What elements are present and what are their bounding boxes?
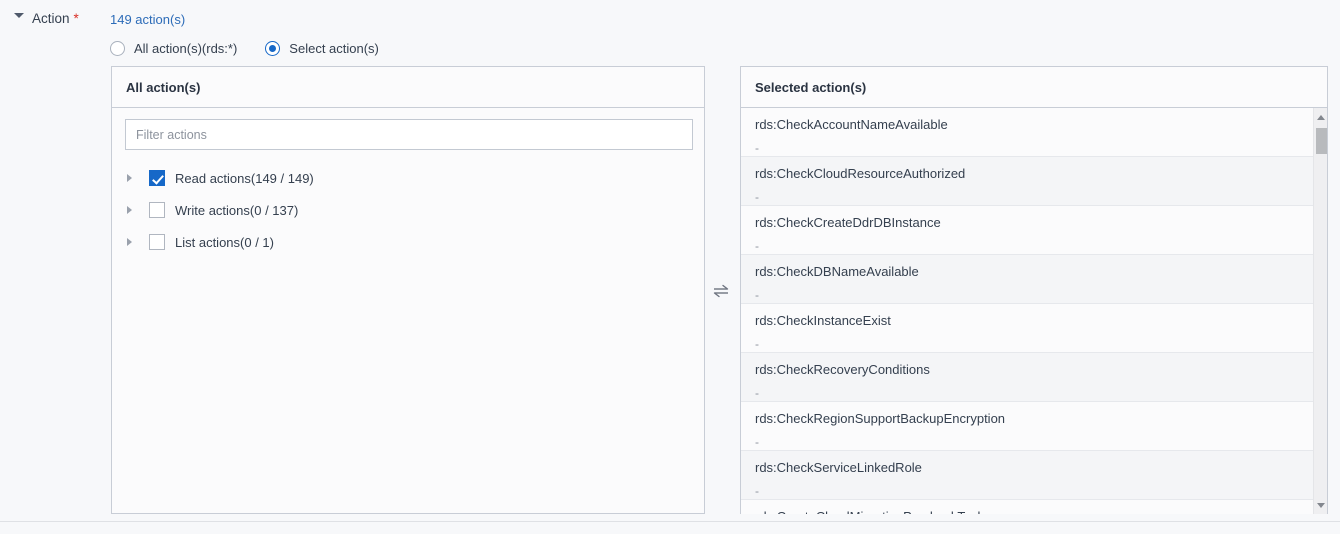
list-item[interactable]: rds:CheckServiceLinkedRole - [741,451,1327,500]
all-actions-panel-body: Read actions(149 / 149) Write actions(0 … [112,108,704,258]
caret-right-icon[interactable] [127,238,141,246]
action-name: rds:CheckAccountNameAvailable [755,117,948,132]
action-name: rds:CheckCreateDdrDBInstance [755,215,941,230]
list-item[interactable]: rds:CheckCreateDdrDBInstance - [741,206,1327,255]
checkbox-read-actions[interactable] [149,170,165,186]
list-item[interactable]: rds:CheckAccountNameAvailable - [741,108,1327,157]
required-marker: * [73,11,79,26]
action-count-link[interactable]: 149 action(s) [110,12,185,27]
tree-label-list-actions: List actions(0 / 1) [175,234,274,250]
selected-actions-panel: Selected action(s) rds:CheckAccountNameA… [740,66,1328,514]
action-name: rds:CheckInstanceExist [755,313,891,328]
tree-label-read-actions: Read actions(149 / 149) [175,170,314,186]
all-actions-title: All action(s) [126,79,201,95]
list-item[interactable]: rds:CheckDBNameAvailable - [741,255,1327,304]
action-mode-radio-group: All action(s)(rds:*) Select action(s) [110,38,407,58]
all-actions-panel: All action(s) Read actions(149 / 149) Wr… [111,66,705,514]
list-item[interactable]: rds:CheckRegionSupportBackupEncryption - [741,402,1327,451]
action-description: - [755,337,759,351]
selected-actions-panel-header: Selected action(s) [741,67,1327,108]
radio-all-actions[interactable]: All action(s)(rds:*) [110,40,238,56]
radio-all-actions-label: All action(s)(rds:*) [134,40,238,56]
list-scrollbar[interactable] [1313,108,1327,514]
action-description: - [755,386,759,400]
list-item[interactable]: rds:CheckCloudResourceAuthorized - [741,157,1327,206]
action-name: rds:CheckRegionSupportBackupEncryption [755,411,1006,426]
action-description: - [755,435,759,449]
list-item[interactable]: rds:CheckInstanceExist - [741,304,1327,353]
filter-actions-input[interactable] [125,119,693,150]
actions-tree: Read actions(149 / 149) Write actions(0 … [125,162,691,258]
caret-right-icon[interactable] [127,174,141,182]
radio-select-actions[interactable]: Select action(s) [265,40,379,56]
tree-row-write-actions[interactable]: Write actions(0 / 137) [125,194,691,226]
action-description: - [755,239,759,253]
action-name: rds:CheckServiceLinkedRole [755,460,922,475]
selected-actions-list: rds:CheckAccountNameAvailable - rds:Chec… [741,108,1327,514]
action-name: rds:CreateCloudMigrationPrecheckTask [755,509,1327,514]
action-description: - [755,484,759,498]
all-actions-panel-header: All action(s) [112,67,704,108]
radio-icon [265,40,281,56]
action-selector-page: Action * 149 action(s) All action(s)(rds:… [0,0,1340,534]
caret-right-icon[interactable] [127,206,141,214]
section-label-text: Action [32,11,70,26]
checkbox-list-actions[interactable] [149,234,165,250]
caret-down-icon[interactable] [14,13,24,18]
footer-divider [0,521,1340,522]
radio-icon [110,40,125,56]
action-section-header: Action * 149 action(s) [0,0,1340,36]
list-item[interactable]: rds:CheckRecoveryConditions - [741,353,1327,402]
action-name: rds:CheckDBNameAvailable [755,264,919,279]
action-name: rds:CheckCloudResourceAuthorized [755,166,966,181]
action-description: - [755,190,759,204]
caret-down-icon[interactable] [1314,498,1327,512]
tree-row-read-actions[interactable]: Read actions(149 / 149) [125,162,691,194]
list-item[interactable]: rds:CreateCloudMigrationPrecheckTask - [741,500,1327,514]
action-description: - [755,141,759,155]
swap-horizontal-icon[interactable] [707,278,735,304]
tree-label-write-actions: Write actions(0 / 137) [175,202,299,218]
radio-select-actions-label: Select action(s) [289,40,379,56]
action-name: rds:CheckRecoveryConditions [755,362,930,377]
caret-up-icon[interactable] [1314,110,1327,124]
section-label: Action * [32,11,79,26]
selected-actions-title: Selected action(s) [755,79,867,95]
checkbox-write-actions[interactable] [149,202,165,218]
action-description: - [755,288,759,302]
tree-row-list-actions[interactable]: List actions(0 / 1) [125,226,691,258]
scrollbar-thumb[interactable] [1316,128,1327,154]
